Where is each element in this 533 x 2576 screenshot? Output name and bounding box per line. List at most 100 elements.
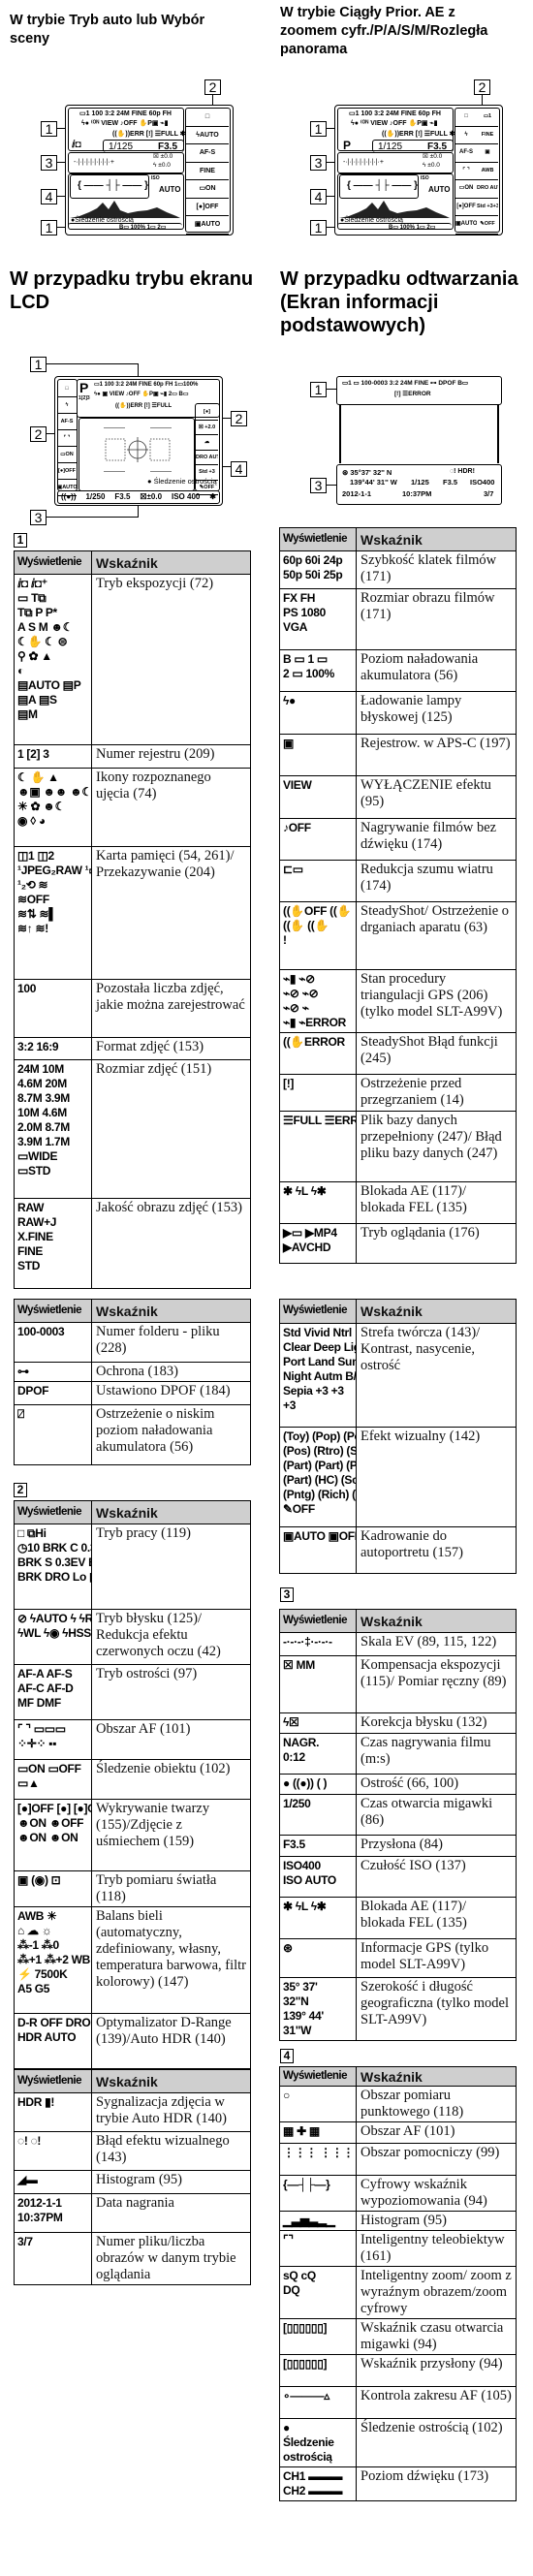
heading-lcd-mode: W przypadku trybu ekranu LCD: [10, 267, 253, 314]
table-row: □ ⧉Hi◷10 BRK C 0.3EVBRK S 0.3EV BRK WB L…: [15, 1524, 250, 1610]
display-icon-line: AF-C AF-D: [17, 1681, 74, 1695]
display-icon-line: RAW+J: [17, 1215, 57, 1229]
display-icons: CH1 ▬▬▬ CH2 ▬▬▬: [280, 2467, 357, 2500]
display-icons: ϟ●: [280, 692, 357, 734]
exposure-mode: P: [79, 380, 89, 395]
shutter-speed: 1/125: [109, 141, 134, 152]
ae-lock-icon: ✱: [209, 492, 216, 501]
table-row: ⊛ Informacje GPS (tylko model SLT-A99V): [280, 1939, 516, 1978]
display-icons: ⌜ ⌝ ▭▭▭ ⁘✛⁘ ▪▪: [15, 1720, 92, 1759]
display-icon-line: ▭ T⧉: [17, 591, 47, 605]
display-icon-line: ≋↑ ≋!: [17, 922, 48, 935]
setting-icon: ϟ: [455, 127, 477, 144]
display-icon-line: ♪OFF: [283, 821, 311, 834]
setting-icon: ϟAUTO: [186, 127, 229, 144]
heading-line: W przypadku odtwarzania: [280, 268, 518, 290]
table-header: Wyświetlenie Wskaźnik: [280, 528, 516, 551]
section-label-1: 1: [14, 533, 27, 548]
indicator-text: Strefa twórcza (143)/ Kontrast, nasyceni…: [361, 1325, 481, 1373]
heading-line: W przypadku trybu ekranu: [10, 268, 254, 290]
display-icon-line: ◫1 ◫2: [17, 849, 54, 863]
section-label-2: 2: [14, 1483, 27, 1497]
indicator-text: Ostrość (66, 100): [361, 1775, 459, 1791]
indicator-text: SteadyShot Błąd funkcji (245): [361, 1034, 498, 1066]
shutter-speed: 1/125: [411, 478, 429, 487]
display-icon-line: ≋OFF: [17, 893, 49, 906]
indicator-text: Tryb ostrości (97): [96, 1666, 198, 1681]
header-display: Wyświetlenie: [280, 1610, 357, 1632]
table-row: 3/7 Numer pliku/liczba obrazów w danym tr…: [15, 2233, 250, 2285]
callout-4: 4: [310, 189, 327, 204]
indicator-text: Format zdjęć (153): [96, 1039, 204, 1054]
display-icons: FX FH PS 1080 VGA: [280, 589, 357, 649]
callout-1: 1: [41, 121, 57, 137]
gps-longitude: 139°44' 31'' W: [350, 478, 397, 487]
display-icon-line: X.FINE: [17, 1230, 53, 1243]
display-icon-line: ⌁⊘ ⌁: [283, 1001, 309, 1015]
viewfinder-screen: ▭1 100 3:2 24M FINE 60p FH ϟ● ⁽ᴼᴺ VIEW ♪…: [65, 105, 234, 236]
table-row: ⌁▮ ⌁⊘ ⌁⊘ ⌁⊘ ⌁⊘ ⌁ ⌁▮ ⌁ERROR Stan procedury tr…: [280, 970, 516, 1033]
indicator-text: Blokada AE (117)/ blokada FEL (135): [361, 1899, 467, 1931]
table-row: RAW RAW+J X.FINE FINE STD Jakość obrazu zdjęć…: [15, 1199, 250, 1289]
display-icons: ♪OFF: [280, 819, 357, 860]
focus-indicator: ((●)): [61, 492, 77, 501]
display-icon-line: ▣ (◉) ⊡: [17, 1873, 61, 1887]
indicator-text: Śledzenie ostrością (102): [361, 2420, 503, 2435]
table-row: F3.5 Przysłona (84): [280, 1836, 516, 1857]
display-icon-line: [!]: [283, 1077, 295, 1090]
setting-icon: [●]OFF: [186, 199, 229, 216]
exposure-mode: P: [343, 139, 352, 152]
display-icon-line: ◉ ◊ ◕: [17, 814, 46, 828]
table-row: ○ Obszar pomiaru punktowego (118): [280, 2087, 516, 2122]
display-icon-line: BRK DRO Lo ▯: [17, 1570, 92, 1584]
display-icon-line: ▭ON ▭OFF: [17, 1762, 81, 1775]
bottom-bar: ((●)) 1/250 F3.5 ☒±0.0 ISO 400 ✱: [61, 492, 216, 501]
indicator-text: Wskaźnik czasu otwarcia migawki (94): [361, 2320, 504, 2352]
display-icon-line: ϟ●: [283, 694, 296, 707]
exposure-compensation: ☒ ±0.0: [153, 153, 173, 160]
ev-scale: -·|·|·|·|·|·|·|·|·+: [343, 159, 384, 166]
display-icon-line: 60p 60i 24p: [283, 553, 343, 567]
display-icon-line: ◐: [17, 664, 24, 677]
callout-3: 3: [30, 510, 47, 525]
display-icons: VIEW: [280, 776, 357, 818]
display-icon-line: [●]OFF [●] [●]ON: [17, 1802, 91, 1815]
display-icons: ISO400 ISO AUTO: [280, 1857, 357, 1897]
indicator-table: Wyświetlenie Wskaźnik HDR ▮! Sygnalizacja z…: [14, 2069, 251, 2285]
flash-compensation: ϟ ±0.0: [153, 162, 171, 169]
callout-3: 3: [41, 155, 57, 171]
table-row: ● ((●)) ( ) Ostrość (66, 100): [280, 1775, 516, 1795]
display-icons: D-R OFF DRO AUTOHDR AUTO: [15, 2014, 92, 2068]
setting-icon: ⌜ ⌝: [455, 163, 477, 180]
indicator-text: WYŁĄCZENIE efektu (95): [361, 777, 491, 809]
heading-line: podstawowych): [280, 315, 426, 336]
indicator-text: Inteligentny teleobiektyw (161): [361, 2232, 505, 2264]
right-column: [●]☒ +2.0☁DRO AUTOStd +3✎OFF: [196, 405, 218, 495]
info-row: ▭1 100 3:2 24M FINE 60p FH: [79, 110, 172, 117]
indicator-text: Przysłona (84): [361, 1837, 443, 1852]
indicator-text: Numer pliku/liczba obrazów w danym trybi…: [96, 2234, 236, 2282]
table-row: ⊏▭ Redukcja szumu wiatru (174): [280, 861, 516, 902]
table-row: AWB ☀ ⌂ ☁ ☼ ⁂-1 ⁂0 ⁂+1 ⁂+2 WB ⚡ 7500K A5 G5 Ba…: [15, 1907, 250, 2014]
display-icon-line: ▶▭ ▶MP4: [283, 1226, 337, 1240]
display-icon-line: ⊛: [283, 1941, 293, 1955]
heading-playback: W przypadku odtwarzania (Ekran informacj…: [280, 267, 518, 337]
indicator-text: Poziom naładowania akumulatora (56): [361, 651, 479, 683]
table-row: ((✋OFF ((✋ ((✋ ((✋! SteadyShot/ Ostrzeżeni…: [280, 902, 516, 970]
indicator-text: Czas nagrywania filmu (m:s): [361, 1735, 491, 1767]
heading-auto-mode: W trybie Tryb auto lub Wybór sceny: [10, 12, 204, 48]
display-icon-line: CH1 ▬▬▬: [283, 2469, 343, 2483]
table-row: 100 Pozostała liczba zdjęć, jakie można z…: [15, 980, 250, 1038]
display-icons: □ ⧉Hi◷10 BRK C 0.3EVBRK S 0.3EV BRK WB L…: [15, 1524, 92, 1609]
display-icon-line: T⧉ P P*: [17, 606, 57, 619]
setting-icon: AWB: [477, 163, 498, 180]
display-icon-line: ⚡ 7500K: [17, 1967, 68, 1981]
indicator-table: WyświetlenieWskaźnik□ ⧉Hi◷10 BRK C 0.3EV…: [14, 1500, 251, 2069]
table-row: FX FH PS 1080 VGA Rozmiar obrazu filmów (17…: [280, 589, 516, 650]
display-icon-line: ☰FULL ☰ERROR: [283, 1114, 356, 1127]
table-row: ✱ ϟL ϟ✱ Blokada AE (117)/ blokada FEL (13…: [280, 1182, 516, 1224]
display-icons: ⅈ◘ ⅈ◘⁺ ▭ T⧉ T⧉ P P* A S M ☻☾ ☾✋ ☾ ⊜ ⚲ ✿ ▲ ◐ ▤AU…: [15, 575, 92, 744]
table-row: 100-0003 Numer folderu - pliku (228): [15, 1323, 250, 1363]
callout-2: 2: [30, 426, 47, 442]
display-icons: ✱ ϟL ϟ✱: [280, 1898, 357, 1938]
